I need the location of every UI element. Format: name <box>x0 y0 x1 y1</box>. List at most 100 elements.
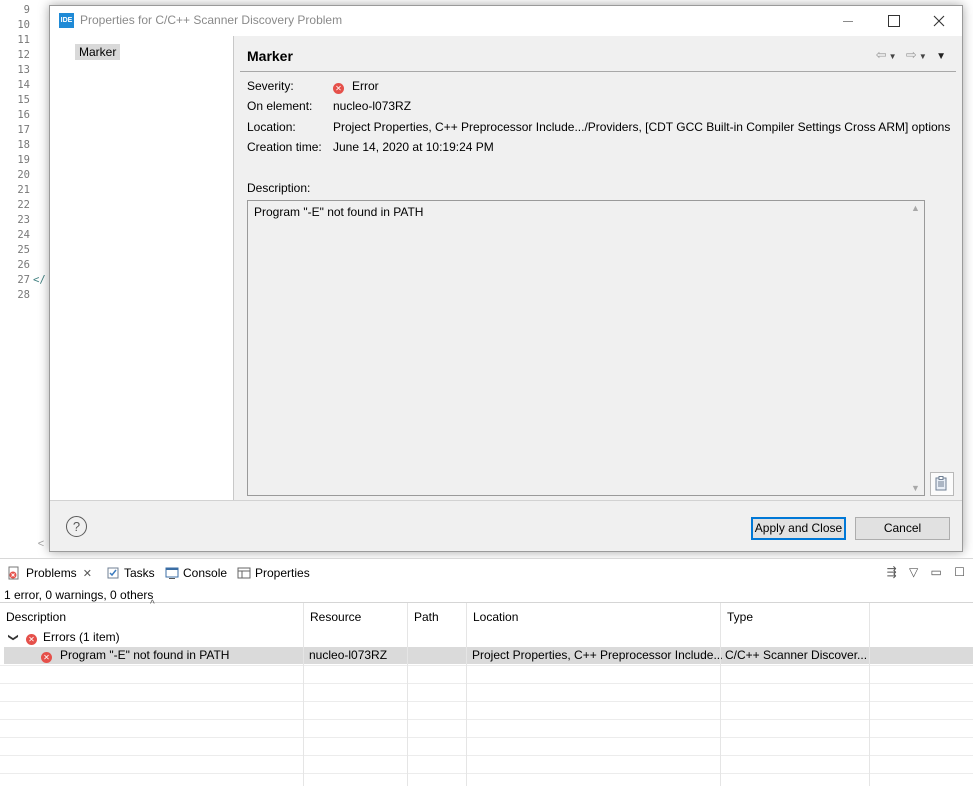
error-group-row[interactable]: ❯ ✕ Errors (1 item) <box>0 629 303 647</box>
focus-on-selection-icon[interactable]: ⇶ <box>887 565 897 579</box>
line-number: 11 <box>17 34 30 46</box>
property-label: Location: <box>247 120 296 134</box>
error-icon: ✕ <box>26 629 37 646</box>
line-number: 14 <box>17 79 30 91</box>
maximize-button[interactable] <box>870 6 916 36</box>
line-number: 20 <box>17 169 30 181</box>
view-menu-icon[interactable]: ▼ <box>936 51 946 62</box>
column-label: Resource <box>310 610 362 624</box>
view-menu-icon[interactable]: ▽ <box>909 565 918 579</box>
column-header-path[interactable]: Path <box>408 603 467 643</box>
back-history-dropdown-icon[interactable]: ▼ <box>889 52 897 61</box>
view-toolbar: ⇶ ▽ ▭ ☐ <box>878 565 965 579</box>
grid-line <box>0 773 973 774</box>
minimize-button[interactable] <box>824 6 870 36</box>
forward-history-dropdown-icon[interactable]: ▼ <box>919 52 927 61</box>
description-textarea[interactable]: Program "-E" not found in PATH ▲ ▼ <box>247 200 925 496</box>
editor-scroll-left[interactable]: < <box>32 536 50 552</box>
page-navigation: ⇦ ▼ ⇨ ▼ ▼ <box>874 47 946 65</box>
problems-table[interactable]: Description ^ Resource Path Location Typ… <box>0 599 973 786</box>
group-label: Errors (1 item) <box>43 630 120 644</box>
column-header-resource[interactable]: Resource <box>304 603 408 643</box>
line-number: 22 <box>17 199 30 211</box>
back-arrow-icon[interactable]: ⇦ <box>876 47 887 63</box>
tab-label: Properties <box>255 566 310 580</box>
cell-location: Project Properties, C++ Preprocessor Inc… <box>472 648 722 662</box>
forward-arrow-icon[interactable]: ⇨ <box>906 47 917 63</box>
table-row[interactable]: ✕ Program "-E" not found in PATH nucleo-… <box>4 647 973 664</box>
tab-properties[interactable]: Properties <box>237 563 310 583</box>
grid-line <box>0 701 973 702</box>
copy-to-clipboard-button[interactable] <box>930 472 954 496</box>
help-button[interactable]: ? <box>66 516 87 537</box>
line-number: 24 <box>17 229 30 241</box>
grid-line <box>466 643 467 786</box>
maximize-view-icon[interactable]: ☐ <box>954 565 965 579</box>
chevron-down-icon[interactable]: ❯ <box>5 633 22 641</box>
tab-problems[interactable]: Problems ✕ <box>4 563 96 585</box>
cancel-button[interactable]: Cancel <box>855 517 950 540</box>
minimize-view-icon[interactable]: ▭ <box>931 565 942 579</box>
description-label: Description: <box>247 181 311 195</box>
line-number: 21 <box>17 184 30 196</box>
column-label: Path <box>414 610 439 624</box>
scroll-down-icon[interactable]: ▼ <box>911 483 920 493</box>
column-header-location[interactable]: Location <box>467 603 721 643</box>
column-label: Location <box>473 610 519 624</box>
line-number: 15 <box>17 94 30 106</box>
cell-resource: nucleo-l073RZ <box>309 648 388 662</box>
problems-view: Problems ✕ Tasks Console Properties ⇶ ▽ ▭… <box>0 558 973 786</box>
line-number: 10 <box>17 19 30 31</box>
line-number-gutter: 9 10 11 12 13 14 15 16 17 18 19 20 21 22 23 24 25 26 27 28 <box>0 0 32 552</box>
apply-and-close-button[interactable]: Apply and Close <box>751 517 846 540</box>
grid-line <box>0 683 973 684</box>
problems-icon <box>8 566 19 580</box>
scroll-up-icon[interactable]: ▲ <box>911 203 920 213</box>
minimize-icon <box>843 21 853 22</box>
property-label: Severity: <box>247 79 294 93</box>
column-header-type[interactable]: Type <box>721 603 870 643</box>
cell-path <box>413 647 463 664</box>
tree-item-marker[interactable]: Marker <box>75 44 121 60</box>
line-number: 18 <box>17 139 30 151</box>
property-label: Creation time: <box>247 140 322 154</box>
view-tab-bar: Problems ✕ Tasks Console Properties ⇶ ▽ ▭… <box>0 558 973 586</box>
grid-line <box>407 643 408 786</box>
cell-type: C/C++ Scanner Discover... <box>725 648 868 662</box>
cell-description: Program "-E" not found in PATH <box>60 648 230 662</box>
line-number: 13 <box>17 64 30 76</box>
grid-line <box>303 643 304 786</box>
grid-line <box>0 719 973 720</box>
line-number: 28 <box>17 289 30 301</box>
tasks-icon <box>107 567 119 579</box>
line-number: 12 <box>17 49 30 61</box>
dialog-titlebar[interactable]: IDE Properties for C/C++ Scanner Discove… <box>50 6 962 36</box>
page-title: Marker <box>247 48 293 64</box>
property-value: ✕ Error <box>333 79 379 94</box>
close-icon[interactable]: ✕ <box>83 564 92 584</box>
line-number: 25 <box>17 244 30 256</box>
close-button[interactable] <box>916 6 962 36</box>
error-icon: ✕ <box>41 647 52 664</box>
property-value: June 14, 2020 at 10:19:24 PM <box>333 140 494 154</box>
property-label: On element: <box>247 99 313 113</box>
tab-tasks[interactable]: Tasks <box>106 563 155 583</box>
page-header: Marker ⇦ ▼ ⇨ ▼ ▼ <box>240 43 956 72</box>
tab-console[interactable]: Console <box>165 563 227 583</box>
ide-app-icon: IDE <box>59 13 74 28</box>
column-label: Type <box>727 610 754 624</box>
line-number: 23 <box>17 214 30 226</box>
tab-label: Problems <box>26 566 77 580</box>
severity-value: Error <box>352 79 379 93</box>
grid-line <box>0 737 973 738</box>
grid-line <box>0 665 973 666</box>
maximize-icon <box>888 15 900 27</box>
grid-line <box>720 643 721 786</box>
tab-label: Tasks <box>124 566 155 580</box>
clipboard-icon <box>935 476 947 491</box>
description-scrollbar[interactable]: ▲ ▼ <box>908 201 924 495</box>
line-number: 16 <box>17 109 30 121</box>
tab-label: Console <box>183 566 228 580</box>
problems-summary: 1 error, 0 warnings, 0 others <box>4 588 154 602</box>
properties-dialog: IDE Properties for C/C++ Scanner Discove… <box>49 5 963 552</box>
